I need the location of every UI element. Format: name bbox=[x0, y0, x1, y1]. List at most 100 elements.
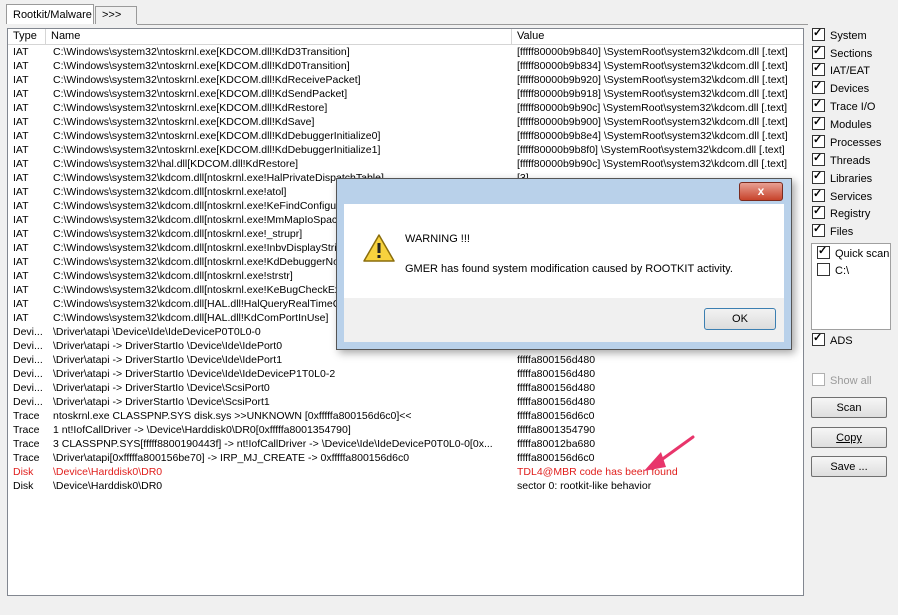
close-button[interactable]: x bbox=[739, 182, 783, 201]
cell-name: ntoskrnl.exe CLASSPNP.SYS disk.sys >>UNK… bbox=[53, 410, 412, 422]
tab-more[interactable]: >>> bbox=[95, 6, 137, 24]
table-row[interactable]: Trace 1 nt!IofCallDriver -> \Device\Hardd… bbox=[8, 423, 803, 437]
table-row[interactable]: IAT C:\Windows\system32\ntoskrnl.exe[KDCO… bbox=[8, 45, 803, 59]
option-drive-c[interactable]: C:\ bbox=[817, 263, 849, 278]
column-header-value[interactable]: Value bbox=[512, 29, 803, 44]
checkbox-icon bbox=[812, 79, 825, 94]
checkbox-icon bbox=[812, 187, 825, 202]
cell-type: Disk bbox=[13, 480, 34, 492]
cell-type: IAT bbox=[13, 186, 29, 198]
cell-name: C:\Windows\system32\ntoskrnl.exe[KDCOM.d… bbox=[53, 144, 381, 156]
checkbox-icon bbox=[817, 263, 830, 276]
cell-value: [fffff80000b9b920] \SystemRoot\system32\… bbox=[517, 74, 788, 86]
table-row[interactable]: Devi... \Driver\atapi -> DriverStartIo \D… bbox=[8, 395, 803, 409]
cell-type: IAT bbox=[13, 102, 29, 114]
cell-value: fffffa800156d480 bbox=[517, 354, 596, 366]
cell-type: IAT bbox=[13, 256, 29, 268]
table-row[interactable]: IAT C:\Windows\system32\ntoskrnl.exe[KDCO… bbox=[8, 101, 803, 115]
table-row[interactable]: IAT C:\Windows\system32\ntoskrnl.exe[KDCO… bbox=[8, 143, 803, 157]
cell-type: Devi... bbox=[13, 354, 43, 366]
checkbox-icon bbox=[812, 133, 825, 148]
option-sections[interactable]: Sections bbox=[812, 44, 872, 61]
table-row[interactable]: Devi... \Driver\atapi -> DriverStartIo \D… bbox=[8, 353, 803, 367]
option-libraries[interactable]: Libraries bbox=[812, 169, 872, 186]
cell-type: IAT bbox=[13, 312, 29, 324]
dialog-body: WARNING !!! GMER has found system modifi… bbox=[344, 204, 784, 298]
cell-value: fffffa800156d480 bbox=[517, 382, 596, 394]
cell-name: 1 nt!IofCallDriver -> \Device\Harddisk0\… bbox=[53, 424, 351, 436]
cell-type: Trace bbox=[13, 410, 40, 422]
table-row[interactable]: IAT C:\Windows\system32\ntoskrnl.exe[KDCO… bbox=[8, 115, 803, 129]
option-ads[interactable]: ADS bbox=[812, 331, 853, 348]
cell-type: IAT bbox=[13, 74, 29, 86]
table-row[interactable]: Trace 3 CLASSPNP.SYS[fffff8800190443f] ->… bbox=[8, 437, 803, 451]
cell-value: [fffff80000b9b8e4] \SystemRoot\system32\… bbox=[517, 130, 788, 142]
option-devices[interactable]: Devices bbox=[812, 79, 869, 96]
table-row[interactable]: Disk \Device\Harddisk0\DR0 TDL4@MBR code h… bbox=[8, 465, 803, 479]
cell-value: [fffff80000b9b8f0] \SystemRoot\system32\… bbox=[517, 144, 785, 156]
horizontal-scrollbar[interactable] bbox=[7, 596, 804, 611]
table-row[interactable]: IAT C:\Windows\system32\ntoskrnl.exe[KDCO… bbox=[8, 59, 803, 73]
option-quick-scan[interactable]: Quick scan bbox=[817, 244, 889, 261]
cell-type: IAT bbox=[13, 200, 29, 212]
cell-type: IAT bbox=[13, 284, 29, 296]
cell-value: fffffa800156d6c0 bbox=[517, 452, 595, 464]
table-row[interactable]: Trace ntoskrnl.exe CLASSPNP.SYS disk.sys … bbox=[8, 409, 803, 423]
option-iat-eat[interactable]: IAT/EAT bbox=[812, 61, 870, 78]
dialog-title: WARNING !!! bbox=[405, 233, 470, 245]
table-row[interactable]: Devi... \Driver\atapi -> DriverStartIo \D… bbox=[8, 381, 803, 395]
column-header-name[interactable]: Name bbox=[46, 29, 512, 44]
option-threads[interactable]: Threads bbox=[812, 151, 870, 168]
table-row[interactable]: IAT C:\Windows\system32\hal.dll[KDCOM.dll… bbox=[8, 157, 803, 171]
table-row[interactable]: IAT C:\Windows\system32\ntoskrnl.exe[KDCO… bbox=[8, 73, 803, 87]
column-header-type[interactable]: Type bbox=[8, 29, 46, 44]
save-button[interactable]: Save ... bbox=[811, 456, 887, 477]
cell-name: C:\Windows\system32\ntoskrnl.exe[KDCOM.d… bbox=[53, 74, 361, 86]
table-row[interactable]: Disk \Device\Harddisk0\DR0 sector 0: rootk… bbox=[8, 479, 803, 493]
ok-button[interactable]: OK bbox=[704, 308, 776, 330]
cell-name: \Device\Harddisk0\DR0 bbox=[53, 480, 163, 492]
checkbox-icon bbox=[812, 331, 825, 346]
checkbox-icon bbox=[812, 26, 825, 41]
cell-value: sector 0: rootkit-like behavior bbox=[517, 480, 652, 492]
table-row[interactable]: Devi... \Driver\atapi -> DriverStartIo \D… bbox=[8, 367, 803, 381]
scan-button[interactable]: Scan bbox=[811, 397, 887, 418]
cell-name: 3 CLASSPNP.SYS[fffff8800190443f] -> nt!I… bbox=[53, 438, 493, 450]
cell-name: C:\Windows\system32\ntoskrnl.exe[KDCOM.d… bbox=[53, 46, 350, 58]
cell-type: IAT bbox=[13, 270, 29, 282]
option-files[interactable]: Files bbox=[812, 222, 853, 239]
cell-type: Disk bbox=[13, 466, 34, 478]
table-row[interactable]: Trace \Driver\atapi[0xfffffa800156be70] -… bbox=[8, 451, 803, 465]
cell-type: IAT bbox=[13, 298, 29, 310]
cell-type: Devi... bbox=[13, 396, 43, 408]
cell-name: \Driver\atapi[0xfffffa800156be70] -> IRP… bbox=[53, 452, 410, 464]
cell-type: IAT bbox=[13, 228, 29, 240]
cell-name: \Driver\atapi -> DriverStartIo \Device\I… bbox=[53, 354, 283, 366]
option-show-all[interactable]: Show all bbox=[812, 373, 872, 388]
cell-name: C:\Windows\system32\ntoskrnl.exe[KDCOM.d… bbox=[53, 102, 328, 114]
tab-rootkit-malware[interactable]: Rootkit/Malware bbox=[6, 4, 94, 24]
cell-type: IAT bbox=[13, 88, 29, 100]
dialog-message: GMER has found system modification cause… bbox=[405, 263, 733, 275]
option-modules[interactable]: Modules bbox=[812, 115, 872, 132]
checkbox-icon bbox=[817, 244, 830, 259]
option-registry[interactable]: Registry bbox=[812, 204, 870, 221]
option-processes[interactable]: Processes bbox=[812, 133, 881, 150]
option-system[interactable]: System bbox=[812, 26, 867, 43]
checkbox-icon bbox=[812, 222, 825, 237]
table-row[interactable]: IAT C:\Windows\system32\ntoskrnl.exe[KDCO… bbox=[8, 87, 803, 101]
option-services[interactable]: Services bbox=[812, 187, 872, 204]
table-row[interactable]: IAT C:\Windows\system32\ntoskrnl.exe[KDCO… bbox=[8, 129, 803, 143]
cell-type: Devi... bbox=[13, 368, 43, 380]
copy-button[interactable]: Copy bbox=[811, 427, 887, 448]
cell-value: [fffff80000b9b840] \SystemRoot\system32\… bbox=[517, 46, 788, 58]
cell-name: C:\Windows\system32\ntoskrnl.exe[KDCOM.d… bbox=[53, 88, 348, 100]
warning-dialog: x WARNING !!! GMER has found system modi… bbox=[336, 178, 792, 350]
option-trace-io[interactable]: Trace I/O bbox=[812, 97, 875, 114]
cell-value: fffffa800156d480 bbox=[517, 368, 596, 380]
cell-type: IAT bbox=[13, 242, 29, 254]
cell-type: Devi... bbox=[13, 340, 43, 352]
cell-value: fffffa800156d480 bbox=[517, 396, 596, 408]
cell-type: Trace bbox=[13, 452, 40, 464]
cell-type: IAT bbox=[13, 172, 29, 184]
